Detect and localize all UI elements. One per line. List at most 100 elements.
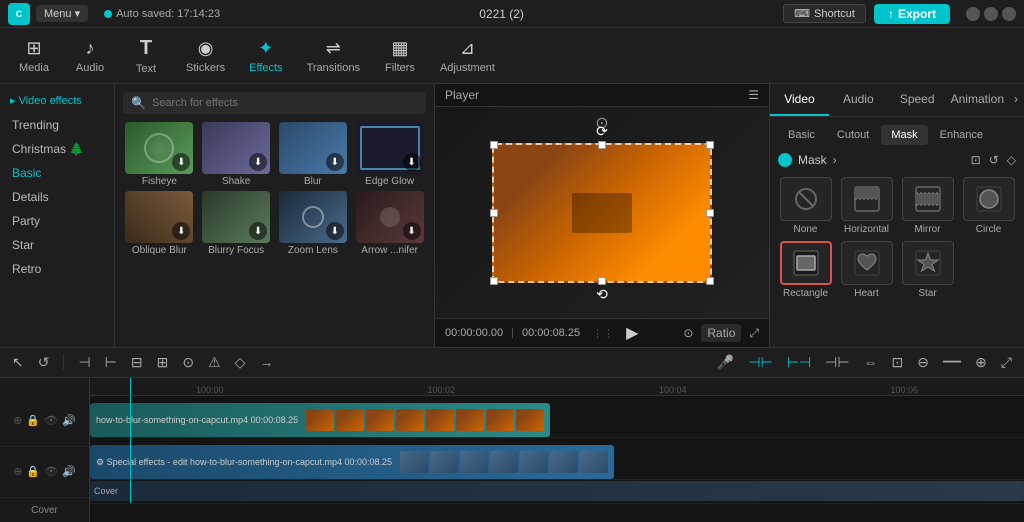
- effects-search-input[interactable]: [152, 97, 418, 109]
- track1-audio-icon[interactable]: 🔊: [62, 414, 76, 427]
- sub-tab-enhance[interactable]: Enhance: [930, 125, 993, 145]
- ratio-button[interactable]: Ratio: [701, 324, 741, 342]
- tl-zoom-minus[interactable]: ⊖: [913, 352, 933, 373]
- mask-undo-icon[interactable]: ↺: [989, 153, 999, 167]
- close-button[interactable]: [1002, 7, 1016, 21]
- sidebar-item-trending[interactable]: Trending: [0, 113, 114, 137]
- mask-horizontal[interactable]: Horizontal: [839, 177, 894, 235]
- download-icon[interactable]: ⬇: [249, 153, 267, 171]
- effect-zoom-lens[interactable]: ⬇ Zoom Lens: [277, 191, 350, 256]
- download-icon[interactable]: ⬇: [403, 222, 421, 240]
- tl-crop-icon[interactable]: ⊟: [127, 352, 147, 373]
- mask-none[interactable]: None: [778, 177, 833, 235]
- handle-br[interactable]: [706, 277, 714, 285]
- tab-animation[interactable]: Animation: [947, 84, 1008, 116]
- mask-reset-icon[interactable]: ◇: [1007, 153, 1016, 167]
- track1-add-icon[interactable]: ⊕: [13, 414, 22, 427]
- camera-icon[interactable]: ⊙: [683, 326, 693, 340]
- track2-eye-icon[interactable]: 👁: [44, 465, 58, 478]
- effect-shake[interactable]: ⬇ Shake: [200, 122, 273, 187]
- tl-timeline-ctrl2[interactable]: ⊢⊣: [783, 352, 815, 373]
- tl-mic-icon[interactable]: 🎤: [713, 352, 738, 373]
- tab-speed[interactable]: Speed: [888, 84, 947, 116]
- tool-media[interactable]: ⊞ Media: [8, 34, 60, 78]
- sidebar-item-christmas[interactable]: Christmas 🌲: [0, 137, 114, 161]
- mask-rectangle[interactable]: Rectangle: [778, 241, 833, 299]
- flip-handle[interactable]: ⟲: [596, 286, 608, 303]
- tl-loop-icon[interactable]: ⊙: [178, 352, 198, 373]
- fullscreen-icon[interactable]: ⤢: [749, 326, 759, 341]
- maximize-button[interactable]: [984, 7, 998, 21]
- tool-transitions[interactable]: ⇌ Transitions: [297, 34, 370, 78]
- tl-split-icon[interactable]: ⊣: [74, 352, 94, 373]
- tl-cursor-icon[interactable]: ↖: [8, 352, 28, 373]
- tab-audio[interactable]: Audio: [829, 84, 888, 116]
- tl-zoom-plus[interactable]: ⊕: [971, 352, 991, 373]
- effect-blurry-focus[interactable]: ⬇ Blurry Focus: [200, 191, 273, 256]
- sub-tab-basic[interactable]: Basic: [778, 125, 825, 145]
- tool-effects[interactable]: ✦ Effects: [239, 34, 292, 78]
- tool-filters[interactable]: ▦ Filters: [374, 34, 426, 78]
- tl-undo-icon[interactable]: ↺: [34, 352, 54, 373]
- tl-shape-icon[interactable]: ◇: [231, 352, 250, 373]
- effect-edge-glow[interactable]: ⬇ Edge Glow: [353, 122, 426, 187]
- effect-oblique-blur[interactable]: ⬇ Oblique Blur: [123, 191, 196, 256]
- effect-arrow[interactable]: ⬇ Arrow ...nifer: [353, 191, 426, 256]
- tool-text[interactable]: T Text: [120, 33, 172, 79]
- mask-toggle[interactable]: [778, 153, 792, 167]
- tl-timeline-ctrl1[interactable]: ⊣⊢: [744, 352, 776, 373]
- handle-bl[interactable]: [490, 277, 498, 285]
- sidebar-item-star[interactable]: Star: [0, 233, 114, 257]
- mask-circle[interactable]: Circle: [961, 177, 1016, 235]
- tl-warn-icon[interactable]: ⚠: [204, 352, 225, 373]
- mask-mirror[interactable]: Mirror: [900, 177, 955, 235]
- download-icon[interactable]: ⬇: [326, 153, 344, 171]
- tl-copy-icon[interactable]: ⊞: [153, 352, 173, 373]
- track1-eye-icon[interactable]: 👁: [44, 414, 58, 427]
- tl-timeline-ctrl3[interactable]: ⊣⊢: [821, 352, 853, 373]
- tl-timeline-ctrl4[interactable]: ⇔: [860, 352, 882, 372]
- tl-timeline-ctrl5[interactable]: ⊡: [888, 352, 908, 373]
- track-clip-2[interactable]: ⚙ Special effects - edit how-to-blur-som…: [90, 445, 614, 479]
- mask-heart[interactable]: Heart: [839, 241, 894, 299]
- handle-lm[interactable]: [490, 209, 498, 217]
- minimize-button[interactable]: [966, 7, 980, 21]
- export-button[interactable]: ↑ Export: [874, 4, 950, 24]
- handle-bm[interactable]: [598, 277, 606, 285]
- sidebar-item-party[interactable]: Party: [0, 209, 114, 233]
- track2-lock-icon[interactable]: 🔒: [26, 465, 40, 478]
- sidebar-item-details[interactable]: Details: [0, 185, 114, 209]
- mask-arrow-icon[interactable]: ›: [833, 153, 837, 167]
- handle-tr[interactable]: [706, 141, 714, 149]
- mask-copy-icon[interactable]: ⊡: [971, 153, 981, 167]
- tool-audio[interactable]: ♪ Audio: [64, 34, 116, 78]
- track2-add-icon[interactable]: ⊕: [13, 465, 22, 478]
- effect-fisheye[interactable]: ⬇ Fisheye: [123, 122, 196, 187]
- download-icon[interactable]: ⬇: [403, 153, 421, 171]
- tl-fullscreen-icon[interactable]: ⤢: [997, 352, 1016, 373]
- tab-video[interactable]: Video: [770, 84, 829, 116]
- player-menu-icon[interactable]: ☰: [748, 88, 759, 102]
- track2-audio-icon[interactable]: 🔊: [62, 465, 76, 478]
- sidebar-item-basic[interactable]: Basic: [0, 161, 114, 185]
- shortcut-button[interactable]: ⌨ Shortcut: [783, 4, 866, 23]
- effect-blur[interactable]: ⬇ Blur: [277, 122, 350, 187]
- handle-tl[interactable]: [490, 141, 498, 149]
- tool-adjustment[interactable]: ⊿ Adjustment: [430, 34, 505, 78]
- play-button[interactable]: ▶: [626, 323, 638, 343]
- handle-tm[interactable]: [598, 141, 606, 149]
- tool-stickers[interactable]: ◉ Stickers: [176, 34, 235, 78]
- tl-split2-icon[interactable]: ⊢: [101, 352, 121, 373]
- effects-search-bar[interactable]: 🔍: [123, 92, 426, 114]
- handle-rm[interactable]: [706, 209, 714, 217]
- track-clip-1[interactable]: how-to-blur-something-on-capcut.mp4 00:0…: [90, 403, 550, 437]
- menu-button[interactable]: Menu ▾: [36, 5, 88, 22]
- sub-tab-mask[interactable]: Mask: [881, 125, 927, 145]
- tl-arrow-icon[interactable]: →: [255, 352, 277, 372]
- download-icon[interactable]: ⬇: [249, 222, 267, 240]
- sub-tab-cutout[interactable]: Cutout: [827, 125, 879, 145]
- sidebar-item-retro[interactable]: Retro: [0, 257, 114, 281]
- tab-more-icon[interactable]: ›: [1008, 84, 1024, 116]
- download-icon[interactable]: ⬇: [326, 222, 344, 240]
- mask-star[interactable]: Star: [900, 241, 955, 299]
